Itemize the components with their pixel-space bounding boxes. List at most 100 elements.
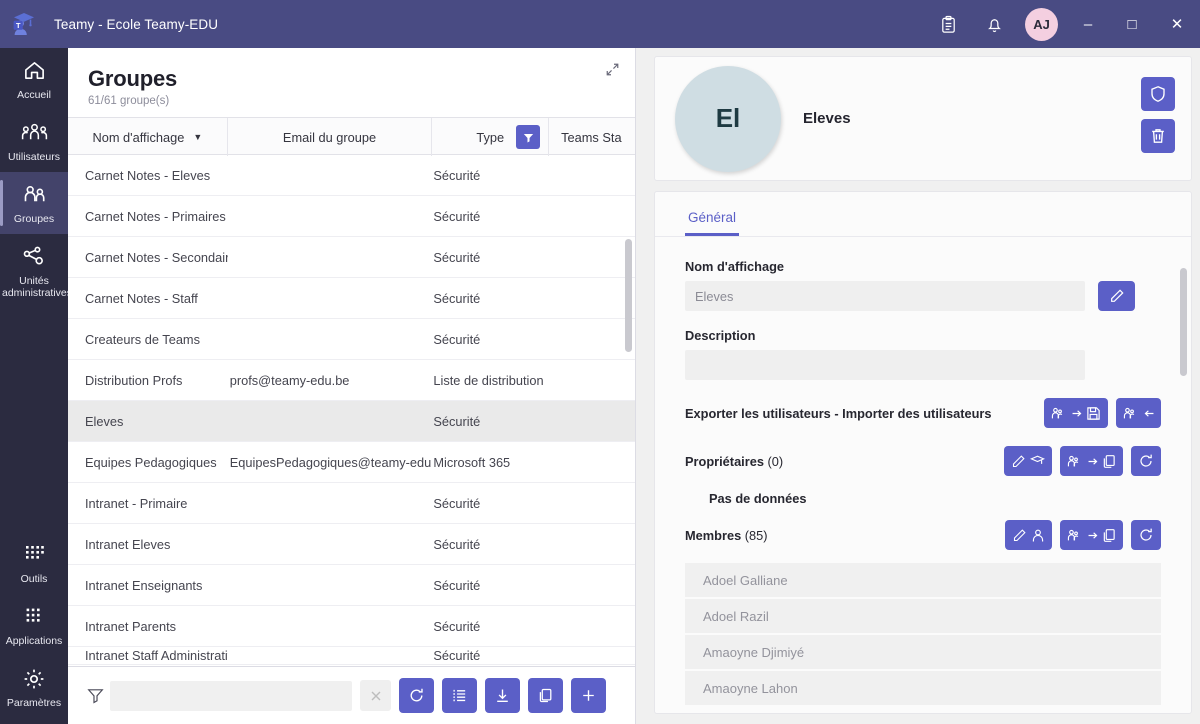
table-cell-c1: Intranet Enseignants — [85, 577, 203, 593]
table-row[interactable]: Distribution Profs profs@teamy-edu.be List… — [68, 360, 635, 401]
table-row[interactable]: Intranet - Primaire Sécurité — [68, 483, 635, 524]
group-avatar: El — [675, 65, 781, 172]
type-filter-button[interactable] — [516, 125, 541, 149]
sidebar-item-groupes[interactable]: Groupes — [0, 172, 68, 234]
add-button[interactable] — [571, 678, 606, 713]
column-header-teams-status[interactable]: Teams Sta — [549, 118, 635, 156]
table-row[interactable]: Intranet Eleves Sécurité — [68, 524, 635, 565]
detail-body-card: Général Nom d'affichage Description — [654, 191, 1192, 714]
security-button[interactable] — [1141, 77, 1175, 111]
sidebar-item-applications[interactable]: Applications — [0, 594, 68, 656]
members-label: Membres (85) — [685, 528, 768, 543]
owners-title: Propriétaires — [685, 453, 764, 469]
owners-count: (0) — [767, 453, 784, 469]
form-spacer — [685, 311, 1161, 328]
table-cell-c1: Carnet Notes - Primaires — [85, 208, 226, 224]
group-icon — [2, 183, 66, 209]
table-row[interactable]: Eleves Sécurité — [68, 401, 635, 442]
table-row[interactable]: Intranet Enseignants Sécurité — [68, 565, 635, 606]
table-vertical-scrollbar[interactable] — [625, 155, 632, 677]
member-list-item[interactable]: Adoel Galliane — [685, 563, 1161, 597]
export-users-button[interactable] — [1044, 398, 1108, 428]
minimize-button[interactable]: – — [1066, 0, 1110, 48]
table-cell-c3: Sécurité — [433, 648, 481, 663]
expand-arrow-icon[interactable] — [601, 58, 623, 80]
table-row[interactable]: Carnet Notes - Secondaires Sécurité — [68, 237, 635, 278]
refresh-members-button[interactable] — [1131, 520, 1161, 550]
detail-vertical-scrollbar[interactable] — [1180, 192, 1187, 713]
tab-general[interactable]: Général — [685, 206, 740, 236]
export-import-label: Exporter les utilisateurs - Importer des… — [685, 405, 992, 421]
edit-members-button[interactable] — [1005, 520, 1052, 550]
sidebar-item-outils[interactable]: Outils — [0, 532, 68, 594]
copy-members-button[interactable] — [1060, 520, 1123, 550]
table-row[interactable]: Intranet Parents Sécurité — [68, 606, 635, 647]
table-cell-c3: Sécurité — [433, 208, 481, 224]
import-users-button[interactable] — [1116, 398, 1161, 428]
edit-display-name-button[interactable] — [1098, 281, 1135, 311]
column-header-nom-affichage[interactable]: Nom d'affichage ▼ — [68, 118, 228, 156]
refresh-owners-button[interactable] — [1131, 446, 1161, 476]
maximize-button[interactable]: □ — [1110, 0, 1154, 48]
avatar[interactable]: AJ — [1025, 7, 1058, 41]
table-cell-c1: Equipes Pedagogiques — [85, 454, 217, 470]
sidebar-item-parametres[interactable]: Paramètres — [0, 656, 68, 718]
clear-filter-button[interactable] — [360, 680, 391, 711]
column-label: Teams Sta — [561, 129, 622, 145]
sidebar-item-utilisateurs[interactable]: Utilisateurs — [0, 110, 68, 172]
bell-icon[interactable] — [971, 0, 1017, 48]
table-cell-c1: Intranet Eleves — [85, 536, 171, 552]
description-field[interactable] — [685, 350, 1085, 380]
members-count: (85) — [744, 527, 768, 543]
delete-button[interactable] — [1141, 119, 1175, 153]
list-view-button[interactable] — [442, 678, 477, 713]
table-cell-c3: Sécurité — [433, 167, 481, 183]
group-name-heading: Eleves — [803, 110, 851, 127]
members-buttons — [997, 520, 1161, 550]
close-button[interactable]: ✕ — [1154, 0, 1200, 48]
table-row[interactable]: Intranet Staff Administratif Sécurité — [68, 647, 635, 665]
members-list: Adoel Galliane Adoel Razil Amaoyne Djimiyé… — [685, 563, 1161, 705]
table-cell-c3: Sécurité — [433, 413, 481, 429]
table-row[interactable]: Carnet Notes - Staff Sécurité — [68, 278, 635, 319]
table-row[interactable]: Createurs de Teams Sécurité — [68, 319, 635, 360]
filter-funnel-icon — [80, 687, 110, 704]
members-title: Membres — [685, 527, 742, 543]
refresh-button[interactable] — [399, 678, 434, 713]
table-cell-c1: Carnet Notes - Eleves — [85, 167, 211, 183]
member-list-item[interactable]: Adoel Razil — [685, 599, 1161, 633]
clipboard-icon[interactable] — [925, 0, 971, 48]
member-list-item[interactable]: Amaoyne Lahon — [685, 671, 1161, 705]
table-cell-c3: Sécurité — [433, 249, 481, 265]
download-button[interactable] — [485, 678, 520, 713]
table-cell-c2: EquipesPedagogiques@teamy-edu.be — [229, 454, 433, 470]
edit-owners-button[interactable] — [1004, 446, 1052, 476]
table-cell-c1: Carnet Notes - Secondaires — [85, 249, 228, 265]
copy-owners-button[interactable] — [1060, 446, 1123, 476]
member-list-item[interactable]: Amaoyne Djimiyé — [685, 635, 1161, 669]
table-header-row: Nom d'affichage ▼ Email du groupe Type T… — [68, 117, 635, 156]
table-cell-c1: Createurs de Teams — [85, 331, 200, 347]
sidebar-label: Accueil — [17, 89, 51, 101]
list-header: Groupes 61/61 groupe(s) — [68, 48, 635, 117]
table-row[interactable]: Carnet Notes - Primaires Sécurité — [68, 196, 635, 237]
sidebar-item-unites-administratives[interactable]: Unités administratives — [0, 234, 72, 308]
column-header-type[interactable]: Type — [432, 118, 550, 156]
table-row[interactable]: Equipes Pedagogiques EquipesPedagogiques@… — [68, 442, 635, 483]
group-count: 61/61 groupe(s) — [88, 95, 170, 107]
copy-button[interactable] — [528, 678, 563, 713]
table-row[interactable]: Carnet Notes - Eleves Sécurité — [68, 155, 635, 196]
app-window: T Teamy - Ecole Teamy-EDU AJ – □ ✕ Accue… — [0, 0, 1200, 724]
column-header-email[interactable]: Email du groupe — [228, 118, 433, 156]
sidebar-bottom-group: Outils Applications Paramètres — [0, 532, 68, 718]
description-row — [685, 350, 1161, 380]
filter-input[interactable] — [110, 680, 352, 711]
sidebar-item-accueil[interactable]: Accueil — [0, 48, 68, 110]
scrollbar-thumb[interactable] — [625, 239, 632, 352]
sidebar-label: Groupes — [13, 213, 55, 225]
display-name-field[interactable] — [685, 281, 1085, 311]
grid-icon — [2, 543, 66, 569]
org-units-icon — [2, 245, 66, 271]
owners-row: Propriétaires (0) — [685, 446, 1161, 476]
scrollbar-thumb[interactable] — [1180, 268, 1187, 376]
